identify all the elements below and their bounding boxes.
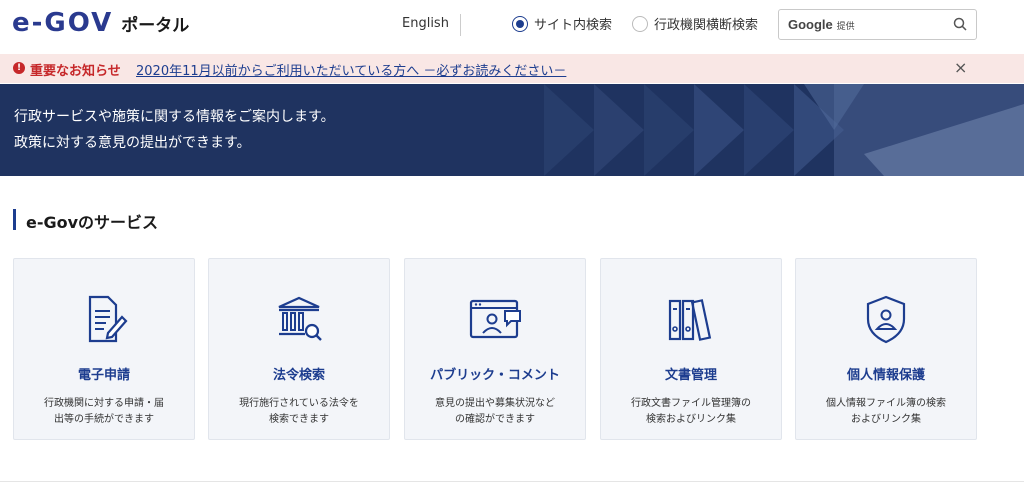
bottom-divider — [0, 481, 1024, 482]
hero-decoration — [544, 84, 1024, 176]
site-logo[interactable]: e-GOV ポータル — [12, 8, 189, 38]
card-public-comment[interactable]: パブリック・コメント 意見の提出や募集状況など の確認ができます — [404, 258, 586, 440]
card-description: 意見の提出や募集状況など の確認ができます — [415, 396, 575, 428]
google-brand: Google — [788, 17, 833, 32]
radio-selected-icon[interactable] — [512, 15, 528, 32]
document-pen-icon — [88, 295, 128, 343]
shield-person-icon — [866, 295, 906, 344]
building-search-icon — [278, 296, 322, 341]
radio-site-label: サイト内検索 — [534, 18, 613, 33]
card-desc-line: 意見の提出や募集状況など — [435, 398, 555, 409]
card-title: 文書管理 — [664, 368, 717, 383]
card-desc-line: 個人情報ファイル簿の検索 — [826, 398, 946, 409]
card-description: 行政機関に対する申請・届 出等の手続ができます — [24, 396, 184, 428]
card-e-application[interactable]: 電子申請 行政機関に対する申請・届 出等の手続ができます — [13, 258, 195, 440]
binders-icon — [668, 299, 712, 341]
site-header: e-GOV ポータル English サイト内検索 行政機関横断検索 Googl… — [0, 0, 1024, 52]
close-icon[interactable]: × — [954, 58, 967, 77]
card-law-search[interactable]: 法令検索 現行施行されている法令を 検索できます — [208, 258, 390, 440]
provided-label: 提供 — [836, 22, 855, 32]
card-desc-line: およびリンク集 — [851, 414, 921, 425]
card-desc-line: 行政文書ファイル管理簿の — [631, 398, 751, 409]
search-input[interactable]: Google 提供 — [778, 9, 977, 40]
card-description: 個人情報ファイル簿の検索 およびリンク集 — [806, 396, 966, 428]
search-placeholder: Google 提供 — [788, 17, 855, 32]
card-title: 電子申請 — [77, 368, 130, 383]
card-desc-line: 検索できます — [269, 414, 329, 425]
divider — [460, 14, 461, 36]
card-desc-line: 現行施行されている法令を — [239, 398, 359, 409]
card-desc-line: 出等の手続ができます — [54, 414, 154, 425]
logo-mark: e-GOV — [12, 8, 114, 38]
language-link[interactable]: English — [402, 16, 449, 31]
card-title: 法令検索 — [272, 368, 325, 383]
hero-line-2: 政策に対する意見の提出ができます。 — [14, 135, 251, 151]
hero-text: 行政サービスや施策に関する情報をご案内します。 政策に対する意見の提出ができます… — [14, 104, 335, 156]
service-cards: 電子申請 行政機関に対する申請・届 出等の手続ができます 法令検索 現行施行され… — [13, 258, 978, 440]
important-notice-bar: ! 重要なお知らせ 2020年11月以前からご利用いただいている方へ －必ずお読… — [0, 54, 1024, 83]
card-desc-line: の確認ができます — [455, 414, 535, 425]
notice-label: 重要なお知らせ — [30, 64, 121, 79]
notice-link[interactable]: 2020年11月以前からご利用いただいている方へ －必ずお読みください－ — [136, 60, 566, 79]
card-desc-line: 行政機関に対する申請・届 — [44, 398, 164, 409]
radio-unselected-icon[interactable] — [632, 15, 648, 32]
section-title: e-Govのサービス — [26, 213, 159, 232]
card-description: 行政文書ファイル管理簿の 検索およびリンク集 — [611, 396, 771, 428]
hero-line-1: 行政サービスや施策に関する情報をご案内します。 — [14, 109, 335, 125]
card-title: パブリック・コメント — [430, 368, 560, 383]
card-description: 現行施行されている法令を 検索できます — [219, 396, 379, 428]
radio-gov-label: 行政機関横断検索 — [654, 18, 759, 33]
card-privacy-protection[interactable]: 個人情報保護 個人情報ファイル簿の検索 およびリンク集 — [795, 258, 977, 440]
alert-icon: ! — [13, 62, 25, 74]
radio-gov-search[interactable]: 行政機関横断検索 — [632, 14, 758, 33]
hero-banner: 行政サービスや施策に関する情報をご案内します。 政策に対する意見の提出ができます… — [0, 84, 1024, 176]
card-document-management[interactable]: 文書管理 行政文書ファイル管理簿の 検索およびリンク集 — [600, 258, 782, 440]
logo-subtitle: ポータル — [121, 15, 190, 36]
section-accent-bar — [13, 209, 16, 230]
radio-site-search[interactable]: サイト内検索 — [512, 14, 612, 33]
browser-comment-icon — [469, 299, 521, 339]
card-desc-line: 検索およびリンク集 — [646, 414, 736, 425]
search-icon[interactable] — [953, 17, 967, 31]
card-title: 個人情報保護 — [846, 368, 925, 383]
